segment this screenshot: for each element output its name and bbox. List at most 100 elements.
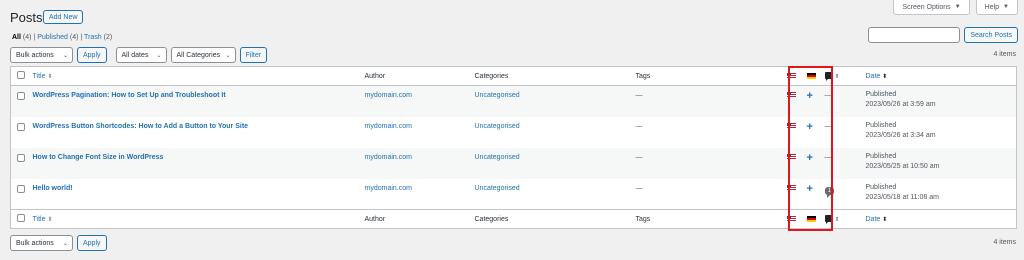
- author-link[interactable]: mydomain.com: [365, 179, 475, 210]
- sort-icon: ⬍: [47, 73, 53, 80]
- comment-count-bubble[interactable]: 1: [824, 186, 834, 198]
- select-all-checkbox-footer[interactable]: [17, 214, 25, 222]
- table-row: How to Change Font Size in WordPress myd…: [10, 147, 1017, 179]
- post-date: 2023/05/18 at 11:08 am: [865, 193, 939, 201]
- column-author: Author: [364, 72, 386, 80]
- flag-de-icon: [806, 72, 816, 79]
- column-comments-footer[interactable]: ⬍: [824, 210, 866, 229]
- column-title-footer[interactable]: Title ⬍: [33, 210, 365, 229]
- view-all[interactable]: All: [12, 34, 21, 41]
- column-tags: Tags: [635, 72, 651, 80]
- add-new-button[interactable]: Add New: [43, 10, 84, 24]
- select-all-checkbox[interactable]: [17, 71, 25, 79]
- apply-button[interactable]: Apply: [77, 47, 107, 63]
- chevron-down-icon: ⌄: [156, 52, 162, 59]
- table-footer-row: Title ⬍ Author Categories Tags ⬍ Date ⬍: [10, 209, 1017, 229]
- items-count-bottom: 4 items: [993, 239, 1016, 246]
- column-language-en-footer: [786, 210, 807, 229]
- column-tags-footer: Tags: [635, 215, 651, 223]
- flag-us-icon[interactable]: [786, 92, 796, 99]
- table-row: Hello world! mydomain.com Uncategorised …: [11, 179, 1017, 210]
- search-input[interactable]: [868, 27, 961, 43]
- post-status: Published: [865, 121, 897, 129]
- table-header-row: Title ⬍ Author Categories Tags ⬍ Date ⬍: [10, 67, 1017, 86]
- bulk-actions-select-bottom[interactable]: Bulk actions ⌄: [10, 235, 73, 251]
- view-trash-count: (2): [103, 34, 113, 41]
- search-box: Search Posts: [868, 27, 1018, 43]
- flag-us-icon[interactable]: [786, 153, 796, 160]
- author-link[interactable]: mydomain.com: [365, 117, 475, 148]
- caret-down-icon: ▼: [1003, 4, 1009, 10]
- column-author-footer: Author: [364, 215, 386, 223]
- tablenav-top: Bulk actions ⌄ Apply All dates ⌄ All Cat…: [10, 47, 268, 63]
- comment-icon: [824, 215, 833, 225]
- category-link[interactable]: Uncategorised: [475, 86, 636, 117]
- table-row: WordPress Button Shortcodes: How to Add …: [11, 117, 1017, 148]
- sort-icon: ⬍: [834, 73, 840, 80]
- column-categories: Categories: [474, 72, 509, 80]
- category-link[interactable]: Uncategorised: [475, 148, 636, 179]
- screen-options-button[interactable]: Screen Options ▼: [893, 0, 970, 15]
- sort-icon: ⬍: [47, 216, 53, 223]
- sort-desc-icon: ⬍: [882, 73, 888, 80]
- category-link[interactable]: Uncategorised: [475, 179, 636, 210]
- comment-icon: [824, 72, 833, 82]
- tags-cell: —: [635, 92, 643, 99]
- chevron-down-icon: ⌄: [62, 240, 68, 247]
- comments-cell: —: [824, 153, 832, 161]
- flag-us-icon[interactable]: [786, 122, 796, 129]
- column-title[interactable]: Title ⬍: [33, 67, 365, 86]
- author-link[interactable]: mydomain.com: [365, 148, 475, 179]
- post-status-views: All (4) | Published (4) | Trash (2): [12, 34, 113, 41]
- sort-icon: ⬍: [834, 216, 840, 223]
- flag-de-icon: [806, 215, 816, 222]
- plus-icon[interactable]: +: [807, 121, 813, 133]
- view-trash[interactable]: Trash: [84, 34, 102, 41]
- post-title-link[interactable]: Hello world!: [33, 179, 365, 210]
- date-filter-select[interactable]: All dates ⌄: [115, 47, 167, 63]
- row-checkbox[interactable]: [17, 184, 25, 193]
- help-button[interactable]: Help ▼: [975, 0, 1018, 15]
- apply-button-bottom[interactable]: Apply: [77, 235, 107, 251]
- post-status: Published: [865, 183, 897, 191]
- tags-cell: —: [635, 153, 643, 161]
- column-date-footer[interactable]: Date ⬍: [866, 210, 1017, 229]
- plus-icon[interactable]: +: [807, 152, 813, 164]
- tags-cell: —: [635, 184, 643, 192]
- filter-button[interactable]: Filter: [239, 47, 268, 63]
- post-title-link[interactable]: WordPress Pagination: How to Set Up and …: [33, 86, 365, 117]
- view-published[interactable]: Published: [37, 34, 68, 41]
- column-comments[interactable]: ⬍: [824, 67, 866, 86]
- plus-icon[interactable]: +: [807, 183, 813, 195]
- tablenav-bottom: Bulk actions ⌄ Apply: [10, 235, 107, 251]
- flag-us-icon: [786, 215, 796, 222]
- post-status: Published: [865, 91, 897, 98]
- category-filter-select[interactable]: All Categories ⌄: [170, 47, 236, 63]
- view-all-count: (4): [22, 34, 32, 41]
- chevron-down-icon: ⌄: [62, 52, 68, 59]
- caret-down-icon: ▼: [954, 4, 961, 10]
- chevron-down-icon: ⌄: [225, 52, 231, 59]
- post-date: 2023/05/26 at 3:34 am: [865, 131, 936, 139]
- author-link[interactable]: mydomain.com: [365, 86, 475, 117]
- column-date[interactable]: Date ⬍: [866, 67, 1017, 86]
- search-posts-button[interactable]: Search Posts: [964, 27, 1018, 43]
- category-link[interactable]: Uncategorised: [475, 117, 636, 148]
- posts-table: Title ⬍ Author Categories Tags ⬍ Date ⬍ Wo…: [10, 66, 1017, 229]
- column-language-en: [786, 67, 807, 86]
- post-title-link[interactable]: How to Change Font Size in WordPress: [33, 148, 365, 179]
- post-status: Published: [865, 152, 897, 160]
- column-language-de-footer: [806, 210, 825, 229]
- page-title: Posts: [10, 10, 43, 25]
- sort-icon: ⬍: [882, 216, 888, 223]
- flag-us-icon[interactable]: [786, 184, 796, 191]
- post-title-link[interactable]: WordPress Button Shortcodes: How to Add …: [33, 117, 365, 148]
- row-checkbox[interactable]: [17, 153, 25, 162]
- items-count-top: 4 items: [993, 51, 1016, 58]
- view-published-count: (4): [69, 34, 79, 41]
- row-checkbox[interactable]: [17, 122, 25, 131]
- bulk-actions-select[interactable]: Bulk actions ⌄: [10, 47, 73, 63]
- plus-icon[interactable]: +: [807, 90, 813, 102]
- row-checkbox[interactable]: [17, 92, 25, 100]
- tags-cell: —: [635, 122, 643, 130]
